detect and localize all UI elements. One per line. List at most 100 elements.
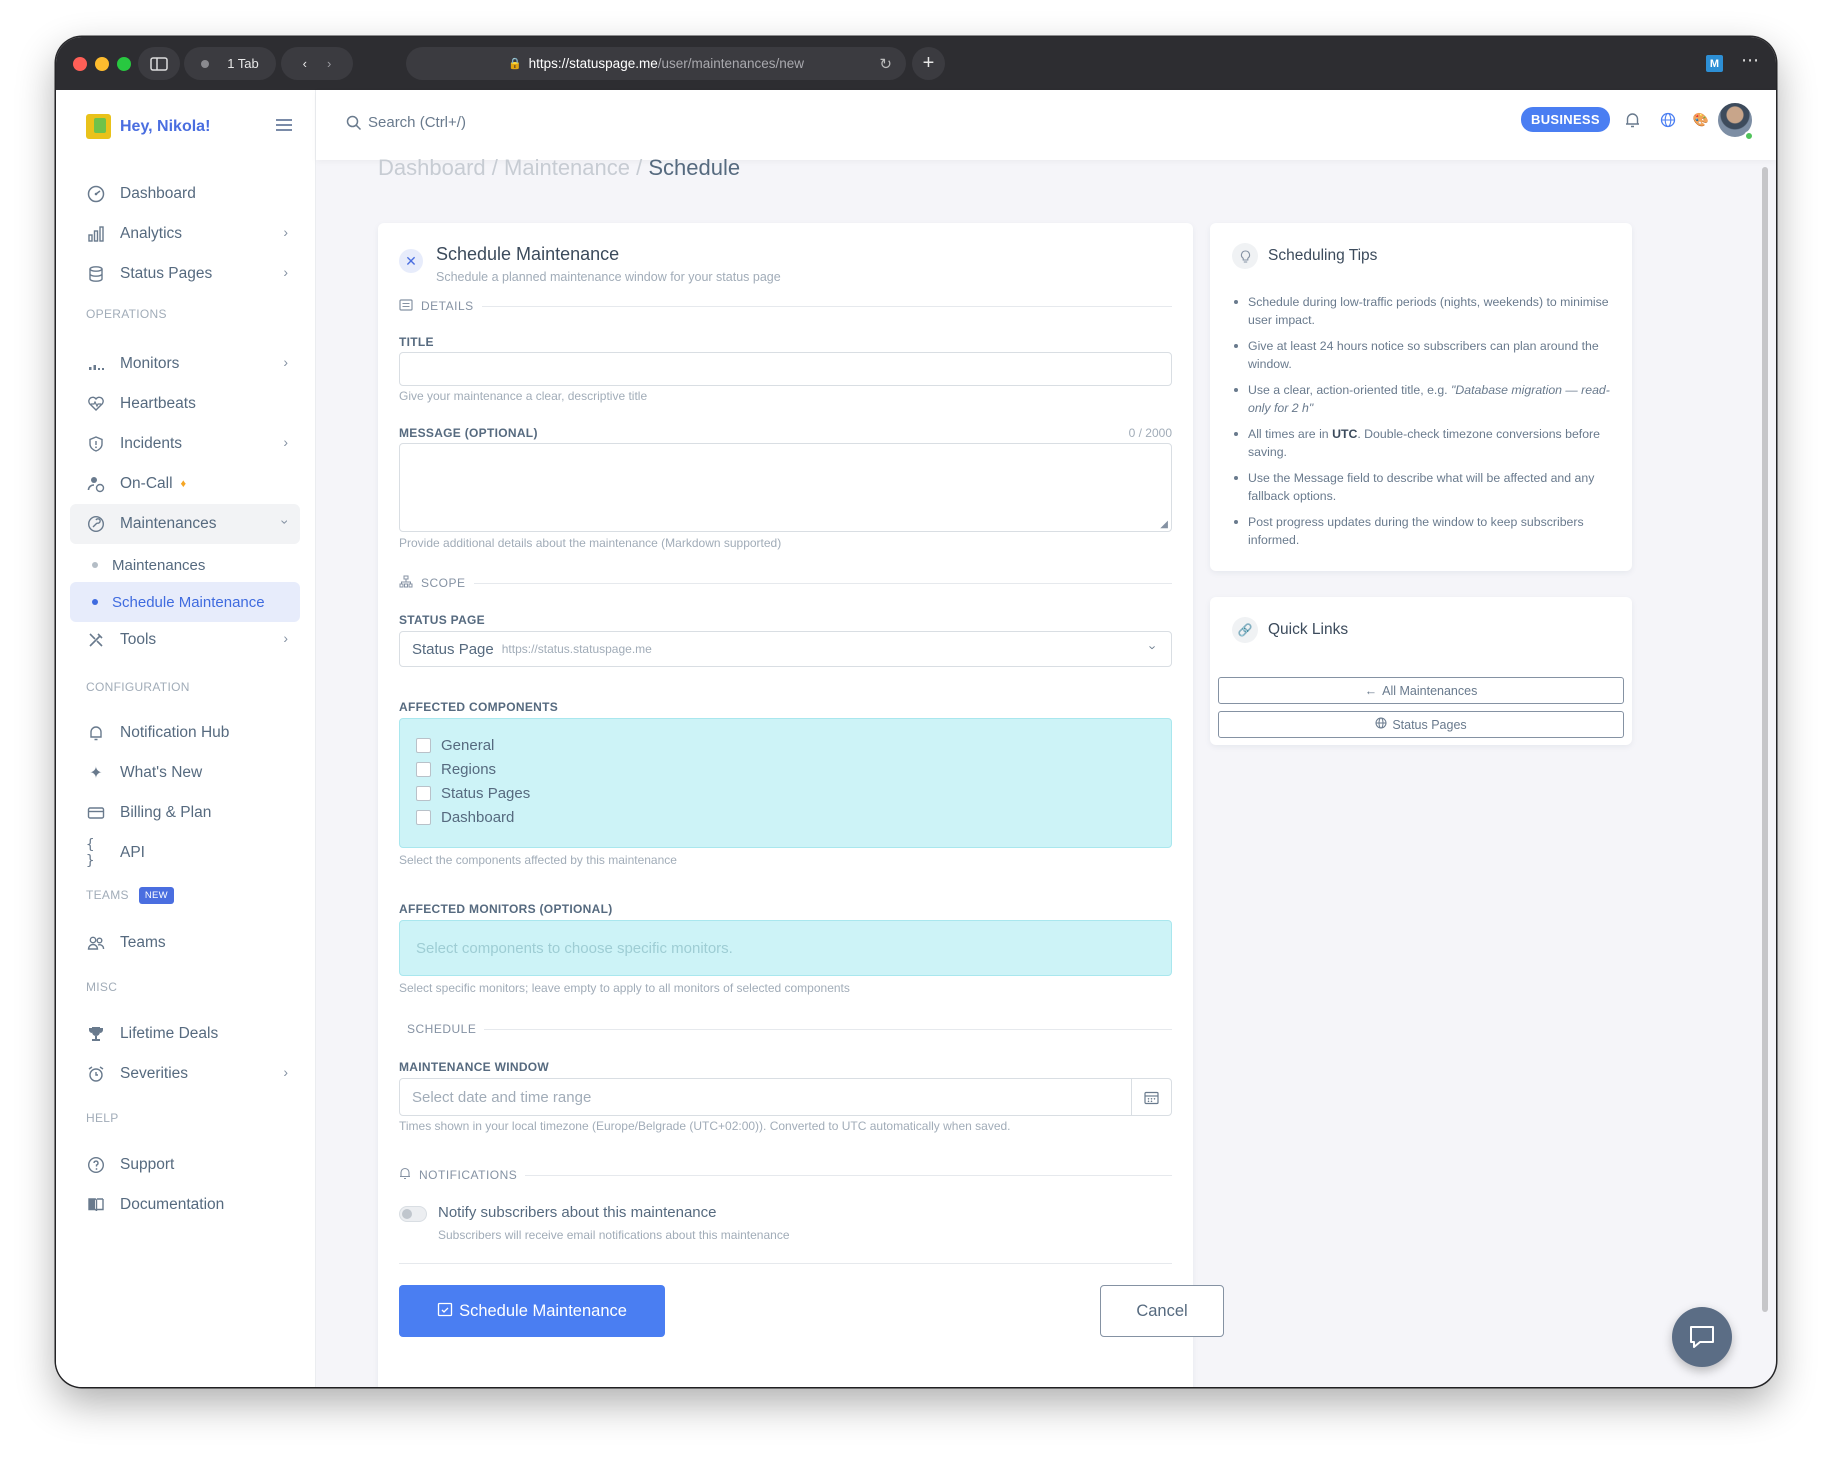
search-input[interactable]: Search (Ctrl+/) — [346, 114, 466, 131]
sidebar-item-label: Billing & Plan — [120, 804, 212, 821]
form-subtitle: Schedule a planned maintenance window fo… — [436, 270, 781, 284]
page-scrollbar[interactable] — [1762, 167, 1768, 1312]
user-clock-icon — [86, 474, 106, 494]
component-option[interactable]: Dashboard — [416, 809, 514, 826]
sidebar-toggle-icon[interactable] — [138, 47, 180, 80]
status-pages-link[interactable]: Status Pages — [1218, 711, 1624, 738]
monitors-placeholder: Select components to choose specific mon… — [416, 939, 733, 957]
component-option[interactable]: General — [416, 737, 494, 754]
sidebar-item-severities[interactable]: Severities › — [70, 1054, 300, 1094]
sidebar-item-api[interactable]: { } API — [70, 833, 300, 873]
link-label: All Maintenances — [1382, 683, 1478, 698]
checkbox[interactable] — [416, 810, 431, 825]
monitors-select[interactable]: Select components to choose specific mon… — [399, 920, 1172, 976]
sidebar-item-documentation[interactable]: Documentation — [70, 1185, 300, 1225]
sidebar: Hey, Nikola! Dashboard Analytics › Statu… — [56, 90, 316, 1387]
checkbox[interactable] — [416, 786, 431, 801]
sidebar-item-whats-new[interactable]: ✦ What's New — [70, 753, 300, 793]
schedule-maintenance-button[interactable]: Schedule Maintenance — [399, 1285, 665, 1337]
sidebar-item-monitors[interactable]: Monitors › — [70, 344, 300, 384]
sidebar-item-maintenances[interactable]: Maintenances › — [70, 504, 300, 544]
sidebar-item-support[interactable]: Support — [70, 1145, 300, 1185]
window-help: Times shown in your local timezone (Euro… — [399, 1119, 1011, 1133]
chat-support-button[interactable] — [1672, 1307, 1732, 1367]
components-checklist: General Regions Status Pages Dashboard — [399, 718, 1172, 848]
sidebar-item-billing[interactable]: Billing & Plan — [70, 793, 300, 833]
brand[interactable]: Hey, Nikola! — [86, 114, 210, 139]
quick-links-title: Quick Links — [1268, 621, 1349, 638]
sidebar-item-notification-hub[interactable]: Notification Hub — [70, 713, 300, 753]
sidebar-subitem-maintenances[interactable]: Maintenances — [70, 545, 300, 585]
browser-toolbar: 1 Tab ‹ › 🔒 https://statuspage.me/user/m… — [56, 37, 1776, 90]
sidebar-subitem-schedule-maintenance[interactable]: Schedule Maintenance — [70, 582, 300, 622]
monitors-icon — [86, 354, 106, 374]
maximize-window-button[interactable] — [117, 57, 131, 71]
more-menu-icon[interactable]: ⋯ — [1741, 50, 1759, 71]
title-input[interactable] — [399, 352, 1172, 386]
reload-icon[interactable]: ↻ — [879, 55, 892, 73]
section-details-label: DETAILS — [421, 299, 474, 313]
sidebar-item-status-pages[interactable]: Status Pages › — [70, 254, 300, 294]
theme-palette-icon[interactable]: 🎨 — [1691, 110, 1711, 130]
extension-icon[interactable]: M — [1706, 55, 1723, 72]
new-tab-icon[interactable]: + — [912, 47, 945, 80]
component-label: General — [441, 737, 495, 754]
all-maintenances-link[interactable]: ← All Maintenances — [1218, 677, 1624, 704]
sidebar-item-teams[interactable]: Teams — [70, 923, 300, 963]
calendar-icon[interactable] — [1131, 1079, 1171, 1115]
shield-icon — [86, 434, 106, 454]
sidebar-item-tools[interactable]: Tools › — [70, 620, 300, 660]
top-navbar: Search (Ctrl+/) BUSINESS 🎨 — [316, 90, 1776, 160]
globe-icon[interactable] — [1658, 110, 1678, 130]
sidebar-item-analytics[interactable]: Analytics › — [70, 214, 300, 254]
notify-label[interactable]: Notify subscribers about this maintenanc… — [438, 1204, 716, 1221]
section-schedule: SCHEDULE — [407, 1021, 1172, 1037]
component-label: Regions — [441, 761, 497, 778]
sidebar-item-label: On-Call — [120, 475, 173, 492]
forward-icon[interactable]: › — [327, 56, 331, 71]
minimize-window-button[interactable] — [95, 57, 109, 71]
sidebar-item-incidents[interactable]: Incidents › — [70, 424, 300, 464]
window-label: MAINTENANCE WINDOW — [399, 1060, 550, 1074]
sidebar-item-label: Monitors — [120, 355, 180, 372]
chevron-right-icon: › — [283, 1064, 288, 1080]
component-option[interactable]: Status Pages — [416, 785, 530, 802]
breadcrumb-separator: / — [636, 155, 643, 180]
notifications-bell-icon[interactable] — [1622, 110, 1642, 130]
status-page-select[interactable]: Status Page https://status.statuspage.me… — [399, 631, 1172, 667]
search-icon — [346, 115, 362, 130]
premium-gem-icon: ♦ — [180, 478, 187, 490]
sidebar-item-label: Lifetime Deals — [120, 1025, 219, 1042]
tip-item: Use the Message field to describe what w… — [1234, 469, 1618, 505]
sidebar-item-dashboard[interactable]: Dashboard — [70, 174, 300, 214]
checkbox[interactable] — [416, 762, 431, 777]
back-icon[interactable]: ‹ — [303, 56, 307, 71]
menu-toggle-icon[interactable] — [276, 119, 292, 131]
scheduling-tips-card: Scheduling Tips Schedule during low-traf… — [1210, 223, 1632, 571]
sparkles-icon: ✦ — [89, 765, 103, 782]
resize-handle-icon[interactable]: ◢ — [1160, 519, 1168, 530]
breadcrumb-maintenance[interactable]: Maintenance — [504, 155, 630, 180]
section-details: DETAILS — [399, 298, 1172, 314]
search-placeholder: Search (Ctrl+/) — [368, 114, 466, 131]
tip-item: Schedule during low-traffic periods (nig… — [1234, 293, 1618, 329]
cancel-button[interactable]: Cancel — [1100, 1285, 1224, 1337]
breadcrumb-dashboard[interactable]: Dashboard — [378, 155, 486, 180]
sidebar-item-on-call[interactable]: On-Call ♦ — [70, 464, 300, 504]
checkbox[interactable] — [416, 738, 431, 753]
address-bar[interactable]: 🔒 https://statuspage.me/user/maintenance… — [406, 47, 906, 80]
sidebar-item-lifetime-deals[interactable]: Lifetime Deals — [70, 1014, 300, 1054]
sidebar-item-label: Teams — [120, 934, 166, 951]
dashboard-icon — [86, 184, 106, 204]
tab-group-chip[interactable]: 1 Tab — [184, 47, 276, 80]
sidebar-item-heartbeats[interactable]: Heartbeats — [70, 384, 300, 424]
component-option[interactable]: Regions — [416, 761, 496, 778]
message-textarea[interactable]: ◢ — [399, 443, 1172, 532]
close-window-button[interactable] — [73, 57, 87, 71]
maintenance-window-input[interactable]: Select date and time range — [399, 1078, 1172, 1116]
notify-subscribers-toggle[interactable] — [399, 1206, 427, 1222]
braces-icon: { } — [86, 837, 95, 869]
sidebar-item-label: Incidents — [120, 435, 183, 452]
status-page-url: https://status.statuspage.me — [501, 642, 652, 656]
plan-badge[interactable]: BUSINESS — [1521, 107, 1610, 132]
